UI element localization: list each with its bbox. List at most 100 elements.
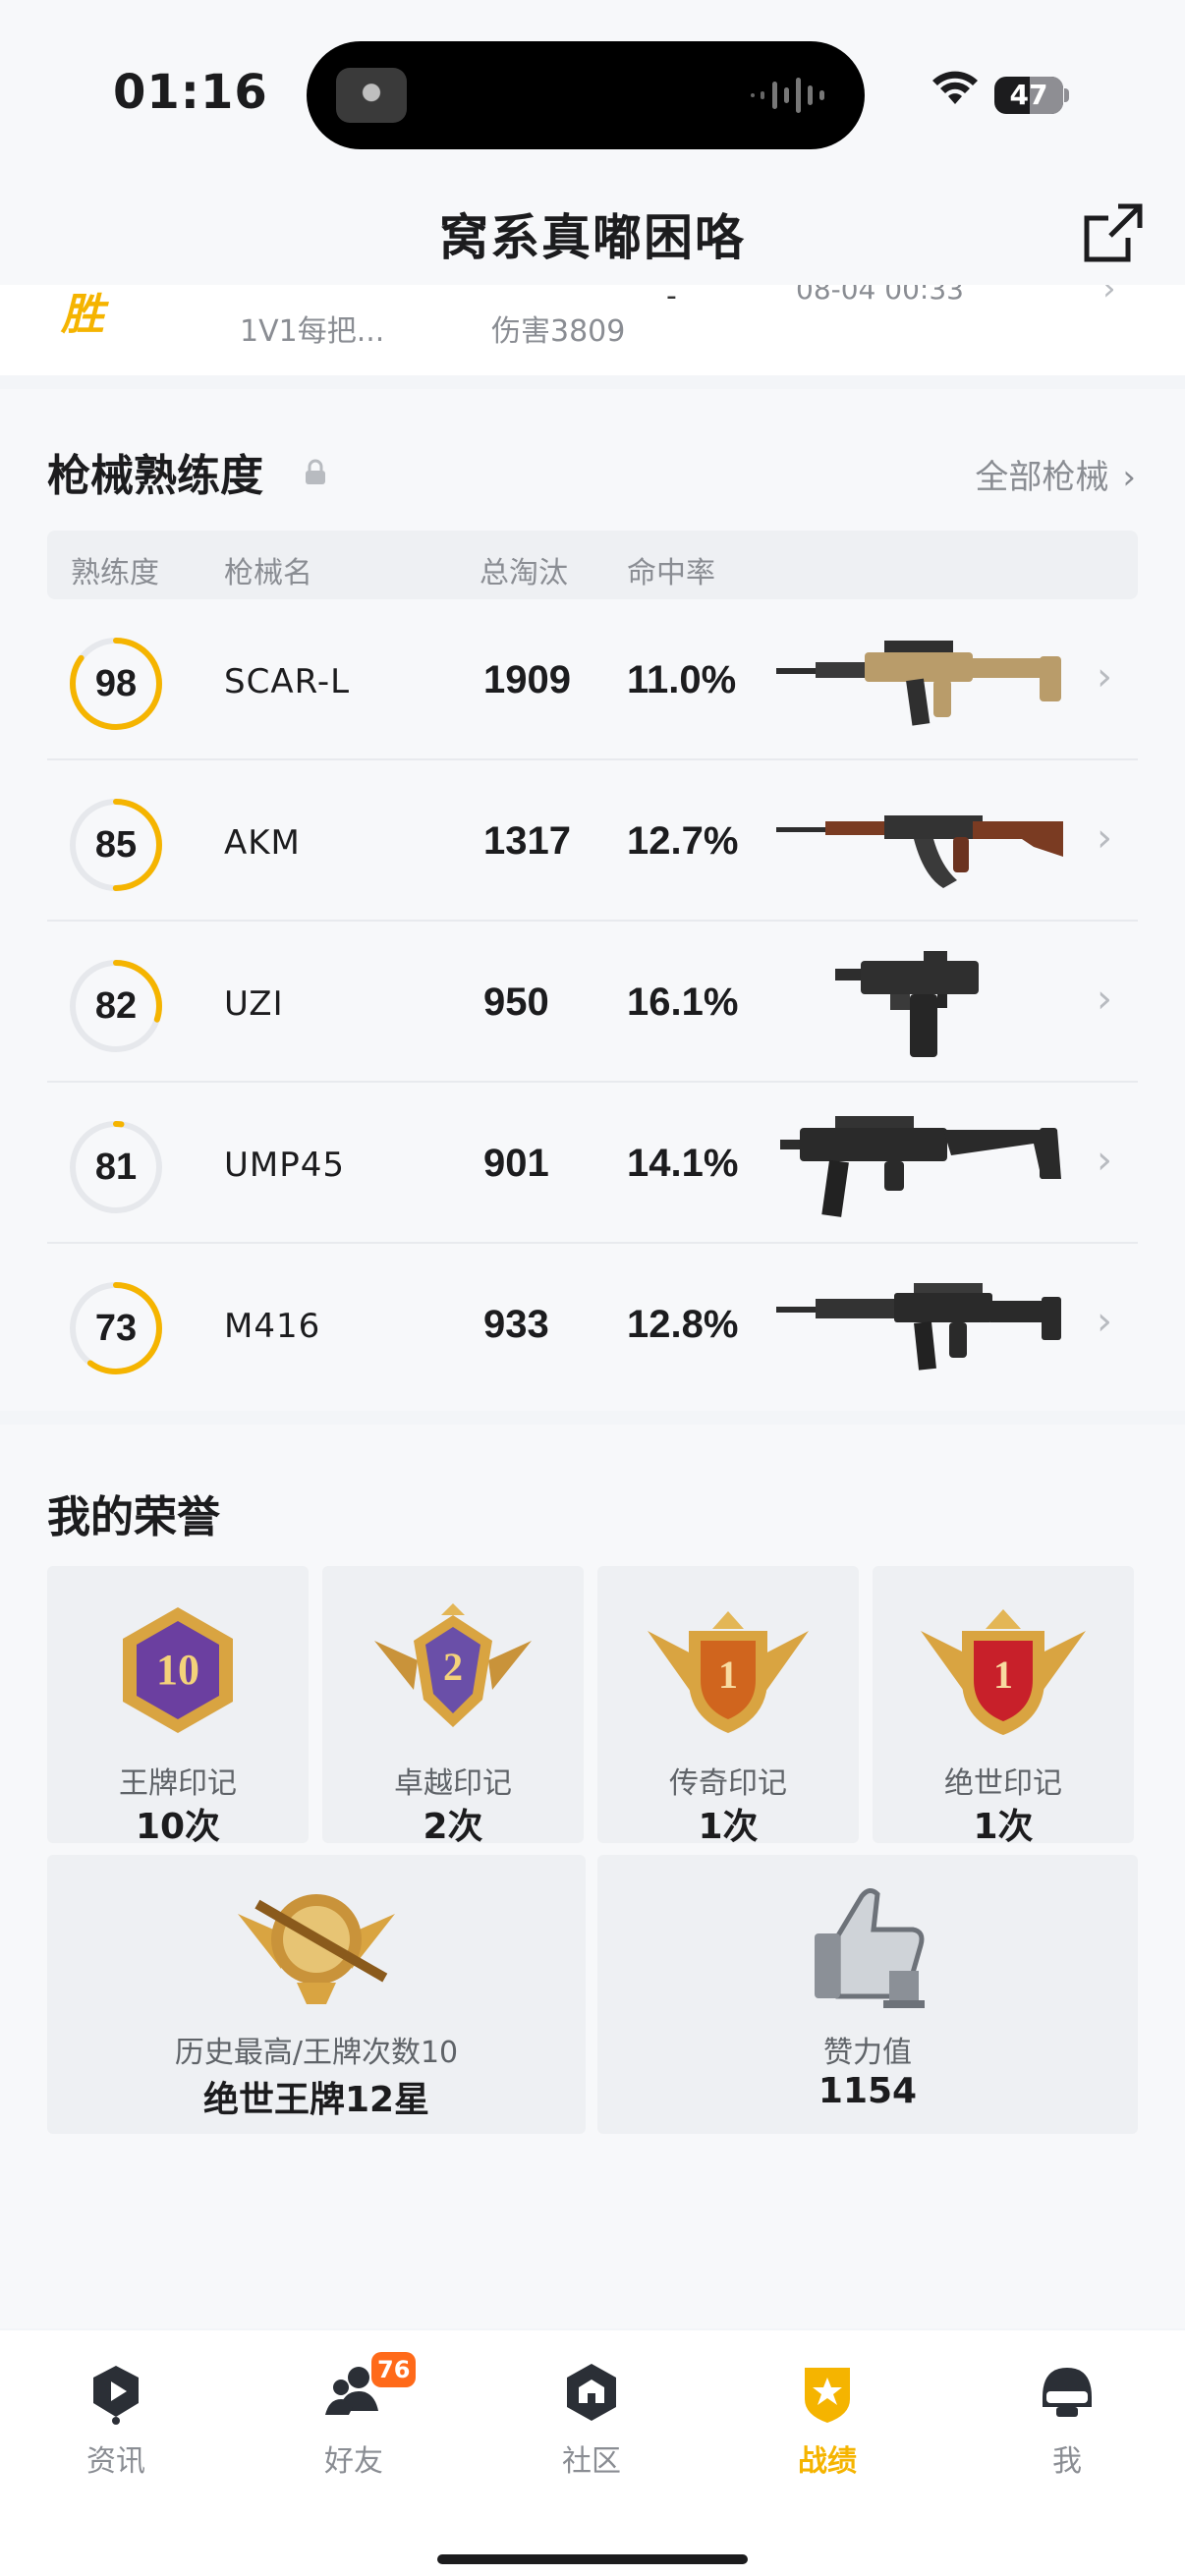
audio-waveform-icon bbox=[751, 78, 824, 113]
tab-community[interactable]: 社区 bbox=[523, 2358, 660, 2505]
honor-name: 王牌印记 bbox=[119, 1766, 237, 1801]
bottom-tab-bar: 资讯 76 好友 社区 战绩 我 bbox=[0, 2330, 1185, 2576]
honor-count: 10次 bbox=[135, 1807, 221, 1847]
akm-rifle-icon bbox=[776, 815, 1063, 888]
weapon-row[interactable]: 81 UMP45 901 14.1% › bbox=[47, 1083, 1138, 1244]
battery-indicator: 47 bbox=[994, 77, 1069, 114]
thumbs-up-icon bbox=[815, 1888, 925, 2008]
weapon-row[interactable]: 82 UZI 950 16.1% › bbox=[47, 922, 1138, 1083]
ace-mark-medal-icon: 10 bbox=[123, 1607, 233, 1733]
share-icon[interactable] bbox=[1079, 198, 1148, 267]
chevron-right-icon: › bbox=[1102, 285, 1116, 308]
weapon-accuracy: 12.7% bbox=[627, 819, 739, 863]
tab-label: 我 bbox=[1052, 2444, 1082, 2479]
scar-l-rifle-icon bbox=[776, 641, 1061, 726]
proficiency-value: 82 bbox=[94, 985, 138, 1027]
honor-card[interactable]: 1 绝世印记 1次 bbox=[873, 1566, 1134, 1847]
weapon-name: UZI bbox=[224, 984, 284, 1024]
chevron-right-icon: › bbox=[1097, 1299, 1112, 1344]
honor-card[interactable]: 1 传奇印记 1次 bbox=[597, 1566, 859, 1847]
weapon-row[interactable]: 98 SCAR-L 1909 11.0% › bbox=[47, 599, 1138, 760]
page-header: 窝系真嘟困咯 bbox=[0, 187, 1185, 295]
m416-rifle-icon bbox=[776, 1283, 1061, 1371]
weapon-kills: 1317 bbox=[483, 819, 571, 863]
likes-card[interactable]: 赞力值 1154 bbox=[597, 1855, 1138, 2134]
weapon-kills: 1909 bbox=[483, 658, 571, 701]
honor-count: 1次 bbox=[698, 1807, 759, 1847]
weapon-accuracy: 12.8% bbox=[627, 1303, 739, 1346]
table-header: 熟练度 枪械名 总淘汰 命中率 bbox=[47, 531, 1138, 599]
uzi-smg-icon bbox=[835, 951, 979, 1057]
column-header: 总淘汰 bbox=[480, 556, 568, 590]
svg-text:2: 2 bbox=[443, 1645, 463, 1689]
honor-name: 赞力值 bbox=[823, 2036, 912, 2070]
weapon-kills: 901 bbox=[483, 1142, 549, 1185]
match-result-badge: 胜 bbox=[61, 290, 104, 340]
honor-name: 绝世印记 bbox=[944, 1766, 1062, 1801]
chevron-right-icon: › bbox=[1097, 815, 1112, 861]
excellence-mark-medal-icon: 2 bbox=[374, 1603, 532, 1727]
chevron-right-icon: › bbox=[1097, 977, 1112, 1022]
chevron-right-icon: › bbox=[1097, 1138, 1112, 1183]
section-title: 我的荣誉 bbox=[47, 1492, 220, 1542]
highest-rank-card[interactable]: 历史最高/王牌次数10 绝世王牌12星 bbox=[47, 1855, 586, 2134]
tab-label: 战绩 bbox=[798, 2444, 857, 2479]
tab-friends[interactable]: 76 好友 bbox=[285, 2352, 423, 2505]
weapon-name: AKM bbox=[224, 823, 301, 863]
status-time: 01:16 bbox=[113, 65, 268, 120]
home-indicator[interactable] bbox=[437, 2554, 748, 2564]
peerless-mark-medal-icon: 1 bbox=[921, 1609, 1086, 1735]
tab-label: 社区 bbox=[562, 2444, 621, 2479]
friends-count-badge: 76 bbox=[371, 2352, 417, 2387]
honor-count: 1次 bbox=[973, 1807, 1034, 1847]
match-mode: 1V1每把... bbox=[240, 314, 385, 349]
column-header: 枪械名 bbox=[224, 556, 312, 590]
honors-section: 我的荣誉 10 王牌印记 10次 2 卓越印记 2次 1 传奇印记 1次 1 绝… bbox=[0, 1425, 1185, 2328]
all-weapons-link[interactable]: 全部枪械 › bbox=[975, 450, 1136, 498]
weapon-accuracy: 16.1% bbox=[627, 980, 739, 1024]
lock-icon bbox=[306, 459, 325, 484]
proficiency-value: 98 bbox=[94, 663, 138, 704]
news-icon bbox=[93, 2366, 139, 2425]
match-damage: 伤害3809 bbox=[491, 314, 626, 349]
weapon-proficiency-section: 枪械熟练度 全部枪械 › 熟练度 枪械名 总淘汰 命中率 98 SCAR-L 19… bbox=[0, 389, 1185, 1411]
tab-news[interactable]: 资讯 bbox=[47, 2358, 185, 2505]
tab-record[interactable]: 战绩 bbox=[759, 2358, 896, 2505]
honor-card[interactable]: 2 卓越印记 2次 bbox=[322, 1566, 584, 1847]
honor-value: 绝世王牌12星 bbox=[202, 2080, 430, 2120]
honor-name: 传奇印记 bbox=[669, 1766, 787, 1801]
weapon-name: M416 bbox=[224, 1307, 321, 1346]
profile-helmet-icon bbox=[1043, 2368, 1092, 2417]
page-title: 窝系真嘟困咯 bbox=[439, 209, 746, 266]
section-title: 枪械熟练度 bbox=[47, 451, 263, 501]
column-header: 熟练度 bbox=[71, 556, 159, 590]
dynamic-island[interactable] bbox=[307, 41, 865, 149]
proficiency-value: 85 bbox=[94, 824, 138, 866]
island-album-icon bbox=[336, 68, 407, 123]
ump45-smg-icon bbox=[780, 1116, 1061, 1217]
match-date: 08-04 00:33 bbox=[796, 285, 964, 306]
highest-rank-medal-icon bbox=[238, 1894, 395, 2004]
weapon-row[interactable]: 73 M416 933 12.8% › bbox=[47, 1244, 1138, 1405]
legend-mark-medal-icon: 1 bbox=[648, 1611, 809, 1733]
match-record-row[interactable]: 胜 1V1每把... 伤害3809 - 08-04 00:33 › bbox=[0, 285, 1185, 375]
svg-text:10: 10 bbox=[156, 1646, 199, 1694]
weapon-kills: 933 bbox=[483, 1303, 549, 1346]
weapon-name: UMP45 bbox=[224, 1146, 345, 1185]
community-icon bbox=[567, 2364, 616, 2421]
tab-label: 资讯 bbox=[86, 2444, 145, 2479]
proficiency-value: 73 bbox=[94, 1308, 138, 1349]
record-icon bbox=[805, 2368, 850, 2423]
wifi-icon bbox=[932, 71, 978, 104]
tab-profile[interactable]: 我 bbox=[998, 2358, 1136, 2505]
weapon-accuracy: 14.1% bbox=[627, 1142, 739, 1185]
honor-card[interactable]: 10 王牌印记 10次 bbox=[47, 1566, 309, 1847]
chevron-right-icon: › bbox=[1097, 654, 1112, 700]
weapon-name: SCAR-L bbox=[224, 662, 351, 701]
weapon-row[interactable]: 85 AKM 1317 12.7% › bbox=[47, 760, 1138, 922]
honor-count: 2次 bbox=[423, 1807, 483, 1847]
match-placeholder: - bbox=[666, 285, 677, 313]
proficiency-value: 81 bbox=[94, 1147, 138, 1188]
honor-name: 卓越印记 bbox=[394, 1766, 512, 1801]
weapon-accuracy: 11.0% bbox=[627, 658, 737, 701]
